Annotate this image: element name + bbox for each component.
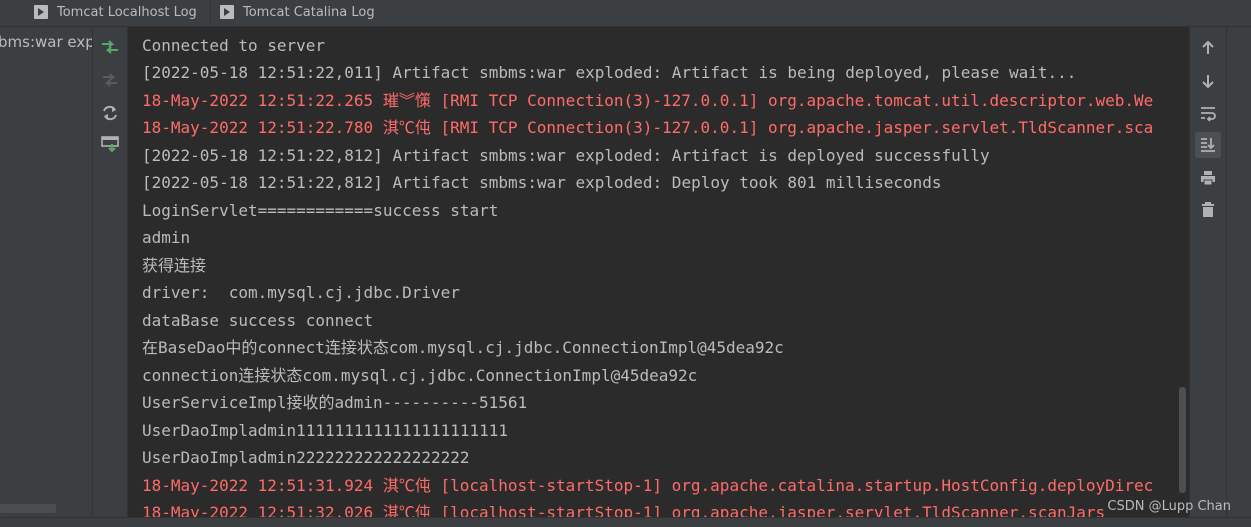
console-line: UserDaoImpladmin222222222222222222 [142,448,470,467]
redeploy-icon[interactable] [100,70,120,90]
scrollbar-thumb[interactable] [1179,387,1186,493]
tab-label: Tomcat Catalina Log [243,4,375,20]
console-line-error: 18-May-2022 12:51:22.265 璀︾憡 [RMI TCP Co… [142,91,1154,110]
console-line-error: 18-May-2022 12:51:22.780 淇℃伅 [RMI TCP Co… [142,118,1154,137]
print-icon[interactable] [1195,165,1221,191]
deployment-tree-pane: bms:war expl [0,27,93,527]
right-side-strip [1226,27,1251,527]
console-toolbar [1189,27,1226,527]
soft-wrap-icon[interactable] [1195,100,1221,126]
console-line: [2022-05-18 12:51:22,011] Artifact smbms… [142,63,1077,82]
tab-divider [210,0,211,26]
tab-tomcat-catalina-log[interactable]: Tomcat Catalina Log [220,0,375,24]
tab-label: Tomcat Localhost Log [57,4,197,20]
bottom-status-bar [0,517,1251,527]
console-line: driver: com.mysql.cj.jdbc.Driver [142,283,460,302]
console-line: connection连接状态com.mysql.cj.jdbc.Connecti… [142,366,698,385]
dump-threads-icon[interactable] [100,134,120,154]
scroll-down-icon[interactable] [1195,68,1221,94]
console-line: Connected to server [142,36,326,55]
deployment-tree-item[interactable]: bms:war expl [0,33,92,51]
console-line: dataBase success connect [142,311,374,330]
watermark: CSDN @Lupp Chan [1107,499,1231,514]
console-line: [2022-05-18 12:51:22,812] Artifact smbms… [142,173,942,192]
log-console-icon [220,5,234,19]
clear-all-icon[interactable] [1195,197,1221,223]
refresh-icon[interactable] [100,103,120,123]
update-running-app-icon[interactable] [100,37,120,57]
console-line: 获得连接 [142,256,207,275]
left-action-toolbar [93,27,128,527]
log-console-icon [34,5,48,19]
tab-tomcat-localhost-log[interactable]: Tomcat Localhost Log [34,0,197,24]
console-line-error: 18-May-2022 12:51:32.026 淇℃伅 [localhost-… [142,503,1106,517]
console-line: [2022-05-18 12:51:22,812] Artifact smbms… [142,146,990,165]
console-line: 在BaseDao中的connect连接状态com.mysql.cj.jdbc.C… [142,338,784,357]
console-line: UserDaoImpladmin1111111111111111111111 [142,421,509,440]
console-line: UserServiceImpl接收的admin----------51561 [142,393,528,412]
vertical-scrollbar[interactable] [1177,27,1189,517]
scroll-to-end-icon[interactable] [1195,132,1221,158]
console-line-error: 18-May-2022 12:51:31.924 淇℃伅 [localhost-… [142,476,1154,495]
console-line: admin [142,228,191,247]
scroll-up-icon[interactable] [1195,35,1221,61]
tool-window-tab-bar: Tomcat Localhost Log Tomcat Catalina Log [0,0,1251,27]
horizontal-scrollbar[interactable] [0,504,56,513]
console-line: LoginServlet============success start [142,201,499,220]
console-output[interactable]: Connected to server [2022-05-18 12:51:22… [128,27,1189,517]
